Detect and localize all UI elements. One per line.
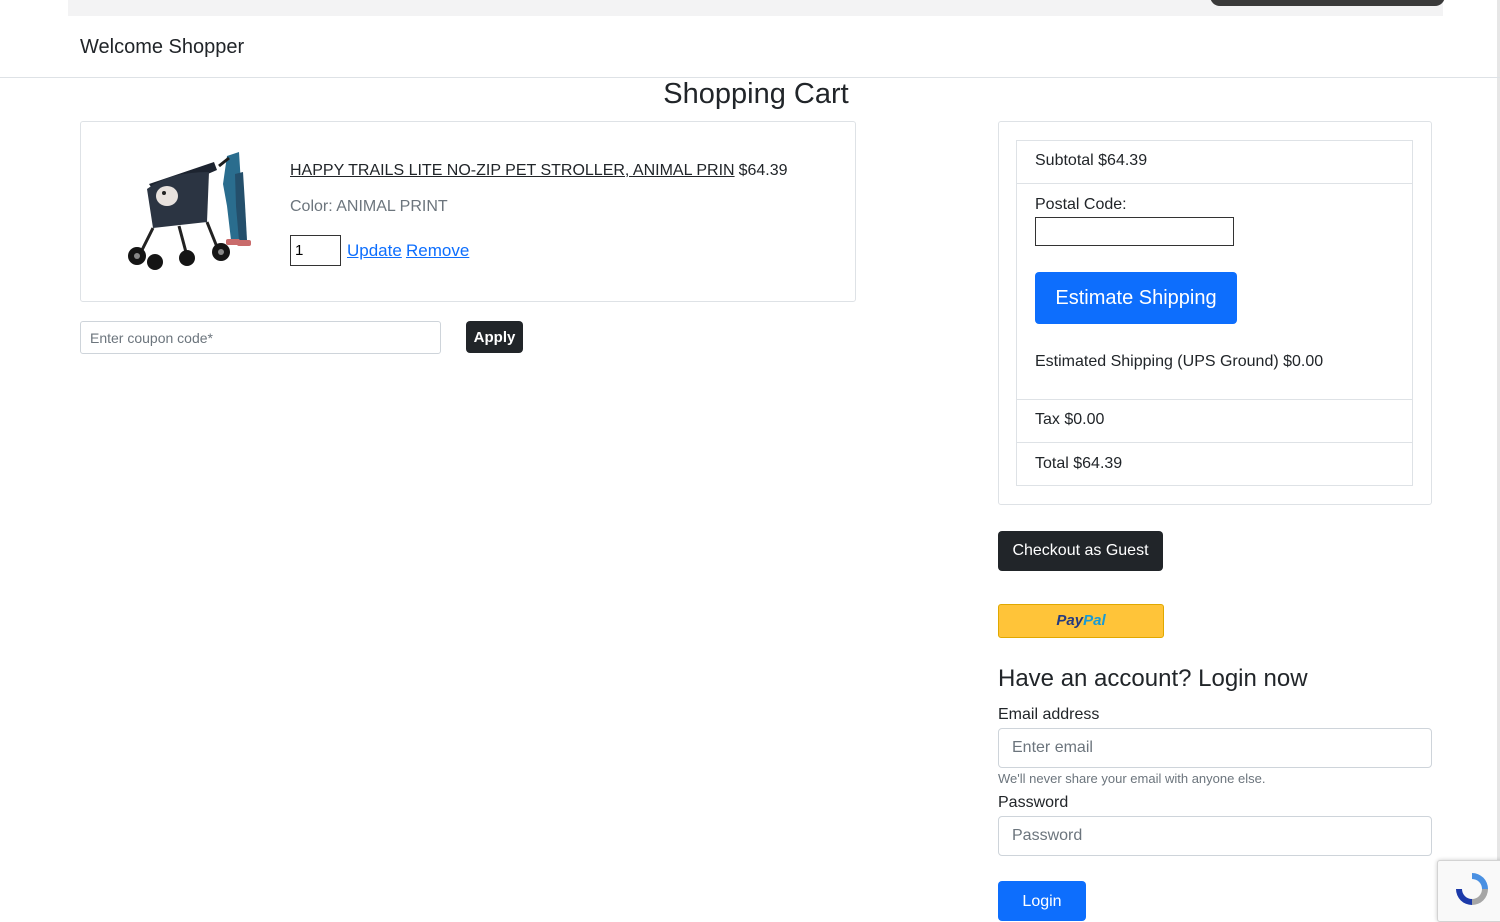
notification-tab [1210,0,1445,6]
email-label: Email address [998,706,1100,723]
quantity-input[interactable] [290,235,341,266]
item-price: $64.39 [738,162,788,179]
email-help-text: We'll never share your email with anyone… [998,771,1266,786]
paypal-logo-pay: Pay [1056,612,1084,629]
email-field[interactable] [998,728,1432,768]
welcome-text: Welcome Shopper [80,36,245,58]
navbar: Welcome Shopper [0,16,1500,78]
apply-coupon-button[interactable]: Apply [466,321,523,353]
estimate-shipping-button[interactable]: Estimate Shipping [1035,272,1237,324]
login-button[interactable]: Login [998,881,1086,921]
recaptcha-icon [1456,873,1488,905]
recaptcha-badge[interactable] [1437,860,1500,922]
order-summary-card: Subtotal $64.39 Postal Code: Estimate Sh… [998,121,1432,505]
checkout-as-guest-button[interactable]: Checkout as Guest [998,531,1163,571]
tax-text: Tax $0.00 [1035,411,1105,428]
subtotal-text: Subtotal $64.39 [1035,152,1148,169]
paypal-logo-pal: Pal [1083,612,1106,629]
shipping-row: Postal Code: Estimate Shipping Estimated… [1017,184,1412,400]
paypal-button[interactable]: PayPal [998,604,1164,638]
estimated-shipping-text: Estimated Shipping (UPS Ground) $0.00 [1035,353,1324,370]
page-title: Shopping Cart [663,78,849,110]
login-heading: Have an account? Login now [998,665,1308,692]
total-text: Total $64.39 [1035,455,1123,472]
password-field[interactable] [998,816,1432,856]
coupon-code-input[interactable] [80,321,441,354]
cart-item-card: HAPPY TRAILS LITE NO-ZIP PET STROLLER, A… [80,121,856,302]
password-label: Password [998,794,1069,811]
remove-link[interactable]: Remove [406,241,469,261]
product-name-link[interactable]: HAPPY TRAILS LITE NO-ZIP PET STROLLER, A… [290,162,735,179]
subtotal-row: Subtotal $64.39 [1017,141,1412,184]
update-link[interactable]: Update [347,241,402,261]
postal-code-input[interactable] [1035,217,1234,246]
item-color: Color: ANIMAL PRINT [290,198,448,215]
order-summary-list: Subtotal $64.39 Postal Code: Estimate Sh… [1016,140,1413,486]
product-image[interactable] [109,144,259,274]
postal-code-label: Postal Code: [1035,196,1127,213]
cart-item-line: HAPPY TRAILS LITE NO-ZIP PET STROLLER, A… [290,162,788,180]
total-row: Total $64.39 [1017,443,1412,485]
tax-row: Tax $0.00 [1017,400,1412,443]
